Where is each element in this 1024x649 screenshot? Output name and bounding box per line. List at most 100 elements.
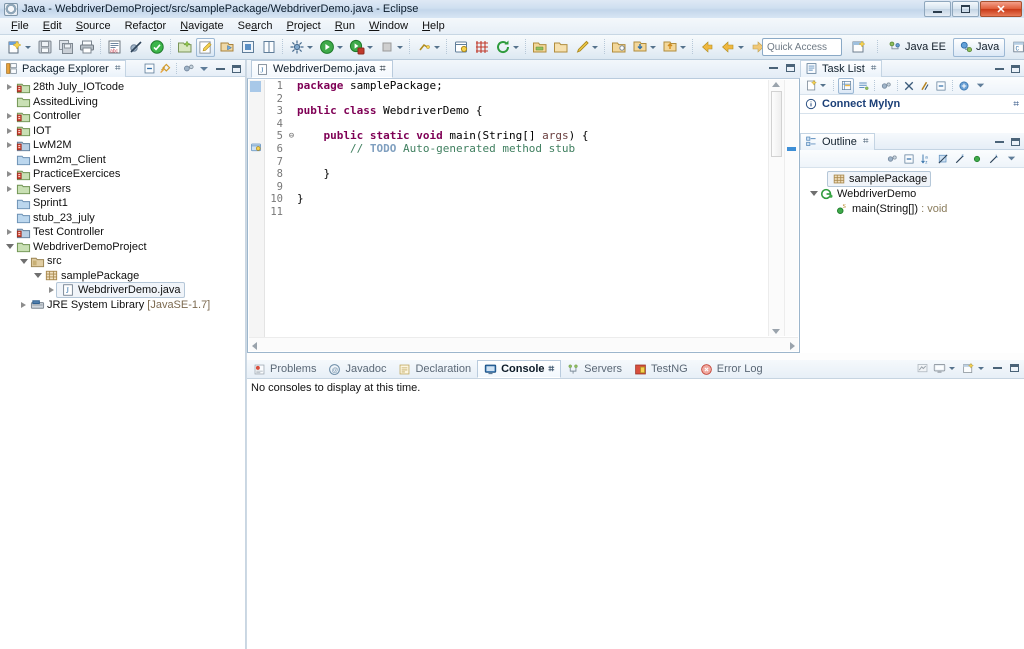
close-button[interactable]: ✕ (980, 1, 1022, 17)
open-task-icon[interactable] (451, 38, 470, 57)
view-menu-icon[interactable] (197, 62, 211, 76)
search-pencil-dropdown-icon[interactable] (592, 46, 598, 49)
horizontal-splitter[interactable] (247, 353, 1024, 360)
maximize-icon[interactable] (1008, 62, 1022, 76)
overview-marker-todo[interactable] (787, 147, 796, 151)
build-icon[interactable] (147, 38, 166, 57)
minimize-icon[interactable] (213, 62, 227, 76)
open-resource-icon[interactable] (530, 38, 549, 57)
new-annotation-icon[interactable] (217, 38, 236, 57)
perspective-java-ee[interactable]: Java EE (883, 38, 951, 57)
editor-tab-webdriverdemo[interactable]: J WebdriverDemo.java ⌗ (251, 60, 393, 78)
new-wizard-icon[interactable] (5, 38, 24, 57)
expand-arrow-icon[interactable] (18, 302, 29, 308)
hide-fields-icon[interactable] (936, 152, 950, 166)
restore-icon[interactable] (918, 79, 932, 93)
expand-arrow-icon[interactable] (4, 113, 15, 119)
minimize-icon[interactable] (992, 62, 1006, 76)
debug-dropdown-icon[interactable] (307, 46, 313, 49)
open-perspective-icon[interactable] (609, 38, 628, 57)
refresh-icon[interactable] (493, 38, 512, 57)
scroll-up-arrow-icon[interactable] (772, 82, 780, 87)
menu-search[interactable]: Search (231, 19, 280, 33)
maximize-icon[interactable] (783, 61, 797, 75)
fold-marker[interactable] (286, 80, 297, 93)
tab-error-log[interactable]: Error Log (694, 360, 769, 378)
run-icon[interactable] (317, 38, 336, 57)
search-pencil-icon[interactable] (572, 38, 591, 57)
clear-console-icon[interactable] (915, 361, 929, 375)
expand-arrow-icon[interactable] (4, 128, 15, 134)
tree-item-15[interactable]: JRE System Library [JavaSE-1.7] (0, 298, 245, 313)
focus-on-workweek-icon[interactable] (879, 79, 893, 93)
display-console-dropdown-icon[interactable] (949, 367, 955, 370)
open-folder-icon[interactable] (551, 38, 570, 57)
editor-vertical-scrollbar[interactable] (768, 80, 784, 336)
back-alt-icon[interactable] (718, 38, 737, 57)
save-all-icon[interactable] (56, 38, 75, 57)
fold-marker[interactable]: ⊖ (286, 130, 297, 143)
maximize-icon[interactable] (1008, 135, 1022, 149)
back-icon[interactable] (697, 38, 716, 57)
outline-item-package[interactable]: samplePackage (800, 171, 1024, 186)
back-dropdown-icon[interactable] (738, 46, 744, 49)
export-icon[interactable] (660, 38, 679, 57)
hide-local-types-icon[interactable]: L (987, 152, 1001, 166)
run-dropdown-icon[interactable] (337, 46, 343, 49)
tab-console[interactable]: Console ⌗ (477, 360, 561, 378)
menu-edit[interactable]: Edit (36, 19, 69, 33)
outline-tab[interactable]: Outline ⌗ (800, 133, 875, 150)
editor-horizontal-scrollbar[interactable] (249, 337, 798, 351)
tab-servers[interactable]: Servers (561, 360, 628, 378)
new-task-icon[interactable] (804, 79, 818, 93)
tree-item-0[interactable]: 28th July_IOTcode (0, 80, 245, 95)
refresh-dropdown-icon[interactable] (513, 46, 519, 49)
outline-item-class[interactable]: WebdriverDemo (800, 186, 1024, 201)
new-java-project-icon[interactable] (175, 38, 194, 57)
expand-arrow-icon[interactable] (4, 229, 15, 235)
import-dropdown-icon[interactable] (650, 46, 656, 49)
new-task-grid-icon[interactable] (472, 38, 491, 57)
overview-ruler[interactable] (784, 80, 798, 336)
tree-item-4[interactable]: LwM2M (0, 138, 245, 153)
collapse-all-icon[interactable] (902, 152, 916, 166)
maximize-button[interactable] (952, 1, 979, 17)
task-list-tab[interactable]: Task List ⌗ (800, 60, 882, 77)
open-type-icon[interactable] (238, 38, 257, 57)
tree-item-12[interactable]: src (0, 254, 245, 269)
tree-item-11[interactable]: WebdriverDemoProject (0, 240, 245, 255)
hide-static-icon[interactable]: s (953, 152, 967, 166)
tree-item-6[interactable]: PracticeExercices (0, 167, 245, 182)
close-icon[interactable]: ⌗ (380, 63, 386, 76)
tree-item-2[interactable]: Controller (0, 109, 245, 124)
focus-icon[interactable] (885, 152, 899, 166)
menu-window[interactable]: Window (362, 19, 415, 33)
scroll-left-arrow-icon[interactable] (252, 342, 257, 350)
minimize-icon[interactable] (766, 61, 780, 75)
menu-navigate[interactable]: Navigate (173, 19, 230, 33)
editor-marker-gutter[interactable] (249, 80, 265, 339)
run-external-icon[interactable] (347, 38, 366, 57)
view-menu-icon[interactable] (973, 79, 987, 93)
tab-problems[interactable]: Problems (247, 360, 322, 378)
menu-refactor[interactable]: Refactor (118, 19, 174, 33)
editor-body[interactable]: 1 package samplePackage; 2 3 public clas… (247, 78, 800, 353)
tab-testng[interactable]: TestNG (628, 360, 694, 378)
package-explorer-tab[interactable]: Package Explorer ⌗ (0, 60, 126, 77)
selected-outline-item[interactable]: samplePackage (827, 171, 931, 187)
expand-arrow-icon[interactable] (4, 142, 15, 148)
minimize-button[interactable] (924, 1, 951, 17)
collapse-arrow-icon[interactable] (808, 191, 819, 196)
tab-declaration[interactable]: Declaration (392, 360, 477, 378)
tree-item-13[interactable]: samplePackage (0, 269, 245, 284)
tree-item-3[interactable]: IOT (0, 124, 245, 139)
debug-icon[interactable] (287, 38, 306, 57)
open-console-dropdown-icon[interactable] (978, 367, 984, 370)
focus-icon[interactable] (181, 62, 195, 76)
expand-arrow-icon[interactable] (4, 186, 15, 192)
terminate-icon[interactable] (377, 38, 396, 57)
expand-arrow-icon[interactable] (4, 84, 15, 90)
tree-item-14[interactable]: J WebdriverDemo.java (0, 283, 245, 298)
tree-item-9[interactable]: stub_23_july (0, 211, 245, 226)
categorized-presentation-icon[interactable] (838, 78, 854, 94)
